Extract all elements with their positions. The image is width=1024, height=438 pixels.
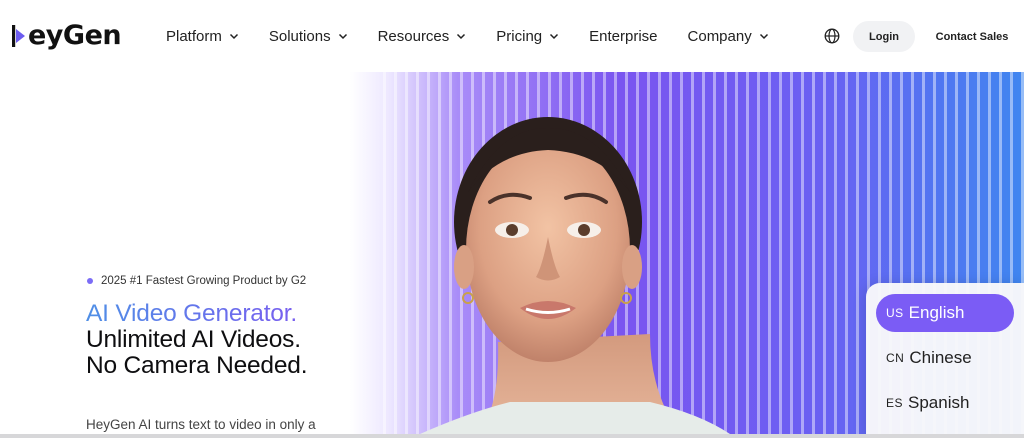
nav-item-label: Enterprise bbox=[589, 27, 658, 45]
hero-description: HeyGen AI turns text to video in only a bbox=[86, 417, 316, 432]
logo-text: eyGen bbox=[28, 20, 122, 51]
nav-item-platform[interactable]: Platform bbox=[166, 28, 239, 45]
page-bottom-edge bbox=[0, 434, 1024, 438]
nav-item-label: Resources bbox=[377, 27, 450, 45]
nav-item-label: Platform bbox=[166, 27, 222, 45]
nav-item-label: Solutions bbox=[268, 27, 331, 45]
nav-item-label: Company bbox=[687, 27, 752, 45]
globe-icon[interactable] bbox=[824, 28, 840, 44]
language-label: Chinese bbox=[909, 348, 972, 367]
chevron-down-icon bbox=[759, 33, 768, 40]
badge-text: 2025 #1 Fastest Growing Product by G2 bbox=[101, 275, 307, 287]
hero-headline: AI Video Generator. Unlimited AI Videos.… bbox=[86, 301, 308, 379]
logo-play-icon bbox=[12, 25, 25, 47]
headline-line-2: Unlimited AI Videos. bbox=[86, 326, 301, 353]
chevron-down-icon bbox=[229, 33, 238, 40]
nav-item-pricing[interactable]: Pricing bbox=[496, 28, 559, 45]
g2-badge: 2025 #1 Fastest Growing Product by G2 bbox=[87, 275, 306, 287]
chevron-down-icon bbox=[457, 33, 466, 40]
chevron-down-icon bbox=[338, 33, 347, 40]
language-label: Spanish bbox=[908, 393, 970, 412]
chevron-down-icon bbox=[550, 33, 559, 40]
contact-sales-button[interactable]: Contact Sales bbox=[928, 21, 1016, 52]
language-code: es bbox=[886, 396, 904, 410]
nav-item-enterprise[interactable]: Enterprise bbox=[589, 28, 657, 45]
language-code: us bbox=[886, 306, 904, 320]
language-option-chinese[interactable]: cn Chinese bbox=[876, 339, 1014, 377]
site-header: eyGen Platform Solutions Resources Prici… bbox=[0, 0, 1024, 72]
language-option-english[interactable]: us English bbox=[876, 294, 1014, 332]
language-menu: us English cn Chinese es Spanish bbox=[866, 283, 1024, 438]
nav-item-company[interactable]: Company bbox=[688, 28, 769, 45]
nav-item-resources[interactable]: Resources bbox=[378, 28, 467, 45]
badge-dot-icon bbox=[87, 278, 93, 284]
heygen-logo[interactable]: eyGen bbox=[12, 20, 122, 52]
login-button[interactable]: Login bbox=[853, 21, 915, 52]
page: eyGen Platform Solutions Resources Prici… bbox=[0, 0, 1024, 438]
language-option-spanish[interactable]: es Spanish bbox=[876, 384, 1014, 422]
main-nav: Platform Solutions Resources Pricing Ent… bbox=[166, 0, 769, 72]
headline-line-3: No Camera Needed. bbox=[86, 352, 308, 379]
language-label: English bbox=[908, 303, 965, 322]
language-code: cn bbox=[886, 351, 905, 365]
nav-item-solutions[interactable]: Solutions bbox=[269, 28, 348, 45]
nav-item-label: Pricing bbox=[496, 27, 543, 45]
hero-section: 2025 #1 Fastest Growing Product by G2 AI… bbox=[0, 72, 1024, 438]
headline-line-1: AI Video Generator. bbox=[86, 301, 307, 327]
